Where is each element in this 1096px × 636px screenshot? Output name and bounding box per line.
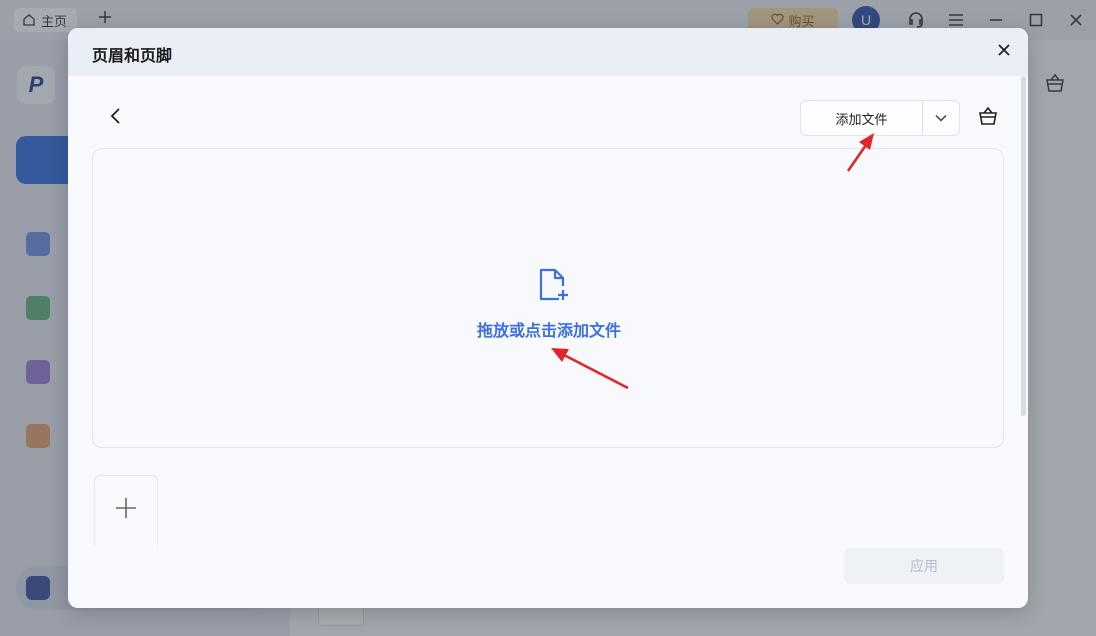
file-dropzone[interactable]: 拖放或点击添加文件: [92, 148, 1004, 448]
file-add-icon: [533, 265, 573, 305]
dialog-header: 页眉和页脚: [68, 28, 1028, 76]
chevron-left-icon: [108, 107, 124, 130]
apply-button[interactable]: 应用: [844, 548, 1004, 584]
plus-icon: [114, 496, 138, 525]
chevron-down-icon: [935, 109, 947, 127]
dialog-title: 页眉和页脚: [92, 48, 173, 65]
dialog-close-button[interactable]: [992, 40, 1016, 64]
header-footer-dialog: 页眉和页脚 添加文件 拖放或点击添加文件 应用: [68, 28, 1028, 608]
basket-icon: [977, 105, 999, 132]
dropzone-text: 拖放或点击添加文件: [476, 323, 621, 340]
clear-files-button[interactable]: [976, 106, 1000, 130]
add-file-split-button: 添加文件: [800, 100, 960, 136]
back-button[interactable]: [104, 106, 128, 130]
add-file-tile[interactable]: [94, 475, 158, 545]
close-icon: [996, 42, 1012, 63]
add-file-button[interactable]: 添加文件: [801, 101, 923, 135]
dialog-scrollbar[interactable]: [1021, 76, 1026, 416]
add-file-dropdown[interactable]: [923, 101, 959, 135]
